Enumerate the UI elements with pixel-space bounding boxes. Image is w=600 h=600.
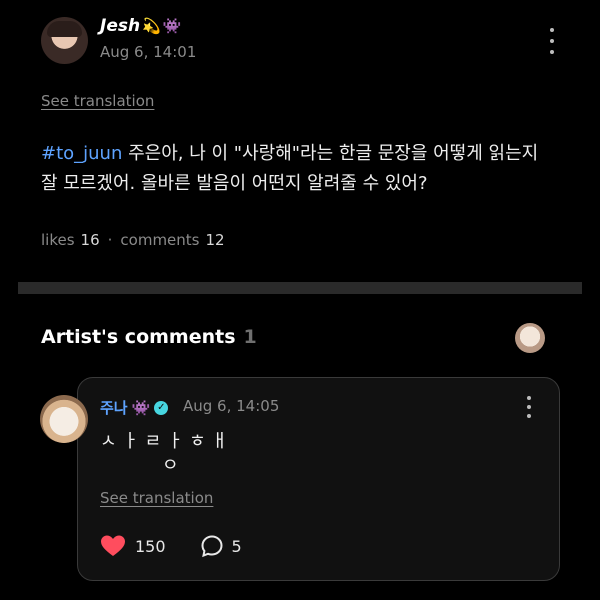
comment-like-count: 150 (135, 536, 166, 556)
post-stats: likes 16 · comments 12 (41, 231, 225, 249)
comment-see-translation-link[interactable]: See translation (100, 489, 213, 507)
comments-label[interactable]: comments (120, 231, 199, 249)
comment-text-line-2: ㅇ (162, 455, 179, 476)
author-emoji-1: 💫 (142, 17, 161, 35)
post-date: Aug 6, 14:01 (100, 43, 197, 61)
artist-comments-count: 1 (243, 326, 257, 348)
likes-count[interactable]: 16 (81, 231, 100, 249)
post-more-icon[interactable] (544, 28, 560, 54)
section-divider (18, 282, 582, 294)
stats-separator: · (107, 231, 113, 249)
artist-filter-avatar[interactable] (515, 323, 545, 353)
artist-comments-title: Artist's comments (41, 326, 236, 348)
heart-icon[interactable] (100, 534, 126, 558)
comment-more-icon[interactable] (521, 396, 537, 418)
post-body: #to_juun 주은아, 나 이 "사랑해"라는 한글 문장을 어떻게 읽는지… (41, 139, 551, 199)
comment-author-name: 주나 (100, 399, 128, 417)
likes-label[interactable]: likes (41, 231, 75, 249)
comment-reactions: 150 5 (100, 534, 242, 558)
post-author-name: Jesh (100, 16, 141, 36)
author-emoji-2: 👾 (162, 17, 182, 35)
comments-count[interactable]: 12 (206, 231, 225, 249)
comment-author-emoji: 👾 (131, 398, 151, 417)
artist-comments-header: Artist's comments 1 (41, 326, 257, 348)
comment-author[interactable]: 주나 👾 ✓ (100, 397, 169, 418)
comment-text-line-1: ㅅ ㅏ ㄹ ㅏ ㅎ ㅐ (100, 431, 228, 452)
post-author-avatar[interactable] (41, 17, 88, 64)
post-see-translation-link[interactable]: See translation (41, 92, 154, 110)
comment-date: Aug 6, 14:05 (183, 397, 280, 415)
post-author[interactable]: Jesh 💫 👾 (100, 16, 181, 36)
comment-reply-count: 5 (231, 536, 242, 556)
reply-bubble-icon[interactable] (200, 534, 224, 558)
comment-author-avatar[interactable] (40, 395, 88, 443)
post-hashtag[interactable]: #to_juun (41, 143, 122, 164)
verified-check-icon: ✓ (154, 400, 169, 415)
